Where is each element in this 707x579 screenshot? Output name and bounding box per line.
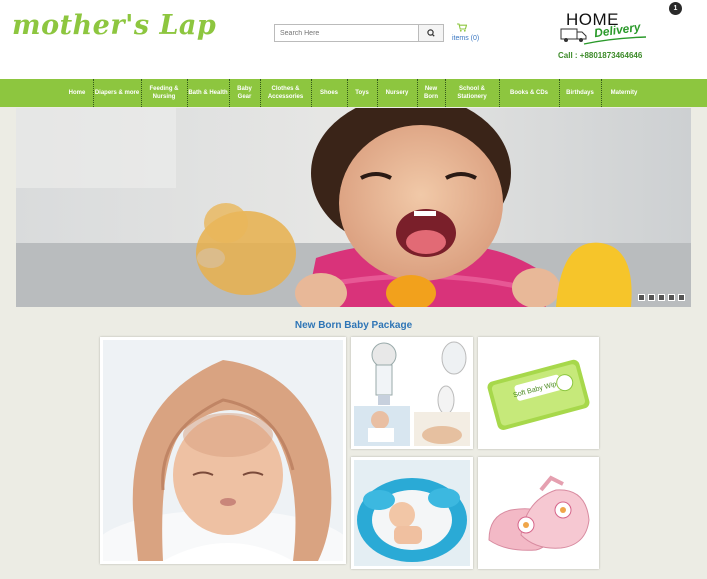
main-nav: Home Diapers & more Feeding & Nursing Ba… bbox=[0, 79, 707, 107]
nav-item-bath-health[interactable]: Bath & Health bbox=[188, 79, 228, 107]
nav-item-books-cds[interactable]: Books & CDs bbox=[500, 79, 558, 107]
nav-item-baby-gear[interactable]: Baby Gear bbox=[230, 79, 259, 107]
package-tile-baby-wipes[interactable]: Soft Baby Wipes bbox=[478, 337, 599, 449]
pink-sandals-image bbox=[481, 460, 596, 566]
package-section-title[interactable]: New Born Baby Package bbox=[0, 320, 707, 331]
search-bar bbox=[274, 24, 444, 42]
nav-item-home[interactable]: Home bbox=[62, 79, 92, 107]
slider-dot[interactable] bbox=[648, 294, 655, 301]
slider-dot[interactable] bbox=[668, 294, 675, 301]
baby-bath-image bbox=[354, 460, 470, 566]
baby-wipes-image: Soft Baby Wipes bbox=[481, 340, 596, 446]
nav-item-new-born[interactable]: New Born bbox=[418, 79, 444, 107]
slider-dot[interactable] bbox=[658, 294, 665, 301]
package-tile-pink-sandals[interactable] bbox=[478, 457, 599, 569]
home-delivery-banner: HOME Delivery bbox=[560, 10, 650, 45]
package-tile-breast-pump[interactable] bbox=[351, 337, 473, 449]
site-header: mother's Lap items (0) HOME Delivery bbox=[0, 0, 707, 79]
hero-slider[interactable] bbox=[16, 108, 691, 307]
nav-item-nursery[interactable]: Nursery bbox=[378, 79, 416, 107]
slider-dot[interactable] bbox=[638, 294, 645, 301]
nav-item-toys[interactable]: Toys bbox=[348, 79, 376, 107]
nav-item-shoes[interactable]: Shoes bbox=[312, 79, 346, 107]
nav-item-diapers[interactable]: Diapers & more bbox=[94, 79, 140, 107]
search-input[interactable] bbox=[275, 25, 419, 41]
nav-item-birthdays[interactable]: Birthdays bbox=[560, 79, 600, 107]
package-tile-newborn[interactable] bbox=[100, 337, 346, 564]
cart-link[interactable]: items (0) bbox=[452, 23, 492, 45]
cart-count-label: items (0) bbox=[452, 35, 480, 42]
breast-pump-image bbox=[354, 340, 470, 446]
nav-item-school-stationery[interactable]: School & Stationery bbox=[446, 79, 498, 107]
nav-item-clothes-accessories[interactable]: Clothes & Accessories bbox=[261, 79, 310, 107]
nav-item-maternity[interactable]: Maternity bbox=[602, 79, 646, 107]
site-logo[interactable]: mother's Lap bbox=[12, 10, 216, 41]
slider-pagination bbox=[638, 294, 685, 301]
search-button[interactable] bbox=[418, 25, 443, 41]
delivery-swoosh-icon bbox=[583, 36, 647, 45]
search-icon bbox=[427, 29, 435, 37]
nav-item-feeding-nursing[interactable]: Feeding & Nursing bbox=[142, 79, 186, 107]
shopping-cart-icon bbox=[457, 23, 467, 32]
account-icon[interactable]: 1 bbox=[669, 2, 682, 15]
hero-baby-image bbox=[16, 108, 691, 307]
newborn-photo bbox=[103, 340, 343, 561]
package-tile-baby-bath[interactable] bbox=[351, 457, 473, 569]
contact-phone[interactable]: Call : +8801873464646 bbox=[558, 51, 642, 60]
slider-dot[interactable] bbox=[678, 294, 685, 301]
